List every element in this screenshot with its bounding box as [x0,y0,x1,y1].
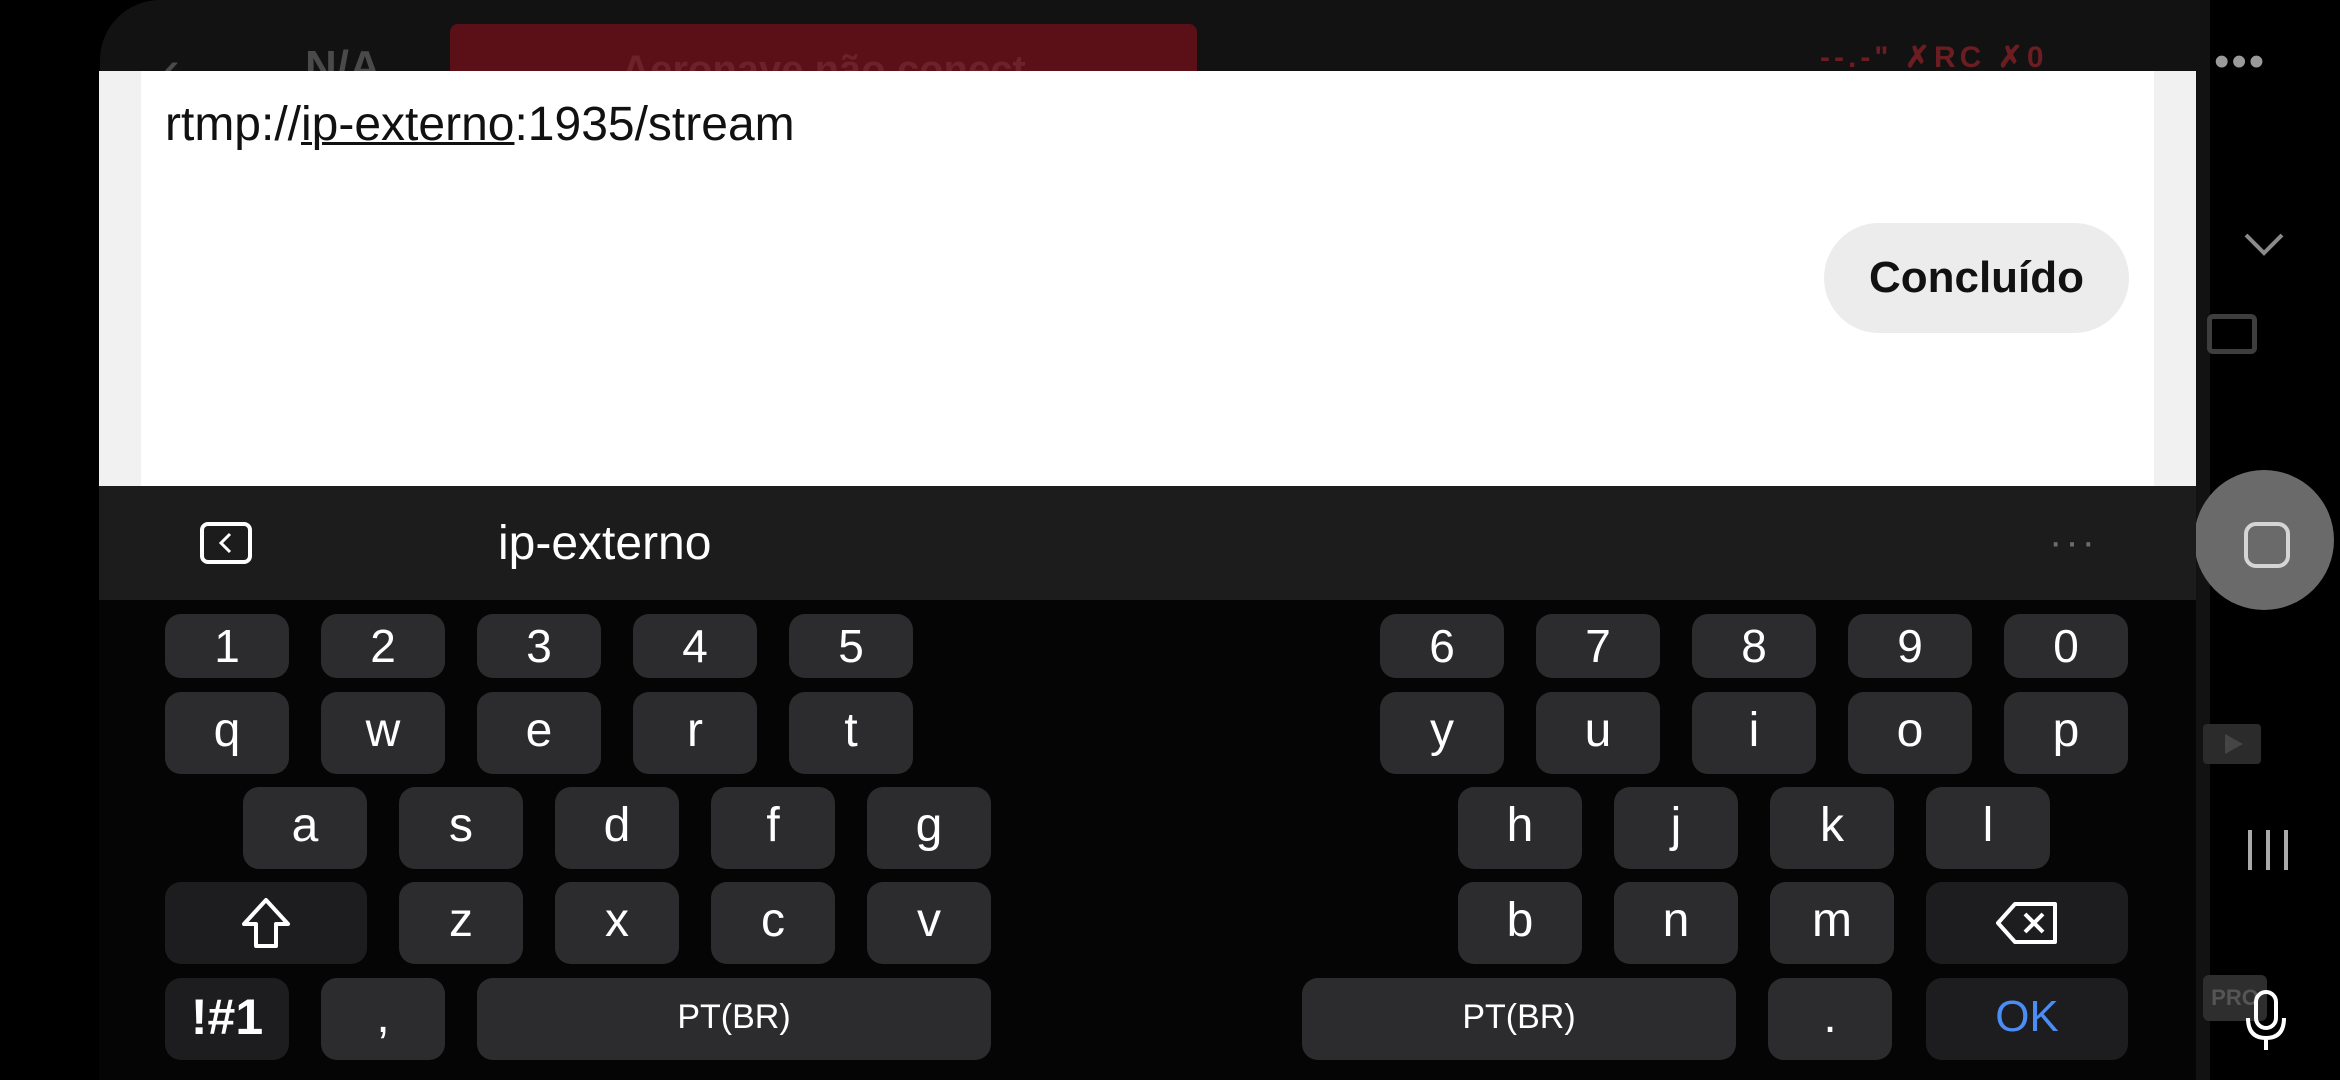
chevron-down-icon[interactable] [2244,225,2284,265]
period-key[interactable]: . [1768,978,1892,1060]
backspace-key[interactable] [1926,882,2128,964]
key-q[interactable]: q [165,692,289,774]
key-j[interactable]: j [1614,787,1738,869]
split-keyboard: 1 2 3 4 5 6 7 8 9 0 q w e r t y u i o p … [99,600,2196,1080]
key-b[interactable]: b [1458,882,1582,964]
key-i[interactable]: i [1692,692,1816,774]
key-4[interactable]: 4 [633,614,757,678]
more-options-icon[interactable]: ••• [2214,40,2266,84]
key-v[interactable]: v [867,882,991,964]
key-e[interactable]: e [477,692,601,774]
key-0[interactable]: 0 [2004,614,2128,678]
key-1[interactable]: 1 [165,614,289,678]
key-m[interactable]: m [1770,882,1894,964]
key-8[interactable]: 8 [1692,614,1816,678]
key-3[interactable]: 3 [477,614,601,678]
suggestion-bar: ip-externo ··· [99,486,2196,600]
key-l[interactable]: l [1926,787,2050,869]
battery-icon: ✗0 [1997,41,2048,74]
signal-status-icons: --.-" ✗RC ✗0 [1820,40,2048,75]
rc-signal-icon: ✗ [1904,41,1935,74]
key-6[interactable]: 6 [1380,614,1504,678]
comma-key[interactable]: , [321,978,445,1060]
fullscreen-text-editor: rtmp://ip-externo:1935/stream Concluído [99,71,2196,486]
signal-icon: --.-" [1820,41,1893,74]
microphone-icon[interactable] [2244,990,2288,1052]
key-y[interactable]: y [1380,692,1504,774]
key-p[interactable]: p [2004,692,2128,774]
ok-key[interactable]: OK [1926,978,2128,1060]
key-t[interactable]: t [789,692,913,774]
backspace-icon [1996,902,2057,944]
url-composing-word: ip-externo [301,98,515,151]
key-f[interactable]: f [711,787,835,869]
done-button[interactable]: Concluído [1824,223,2129,333]
space-key-left[interactable]: PT(BR) [477,978,991,1060]
key-5[interactable]: 5 [789,614,913,678]
key-z[interactable]: z [399,882,523,964]
editor-left-edge [99,71,141,486]
suggestion-word[interactable]: ip-externo [498,516,711,571]
url-suffix: :1935/stream [514,98,795,151]
key-u[interactable]: u [1536,692,1660,774]
key-7[interactable]: 7 [1536,614,1660,678]
shift-icon [242,898,290,948]
space-key-right[interactable]: PT(BR) [1302,978,1736,1060]
key-r[interactable]: r [633,692,757,774]
key-k[interactable]: k [1770,787,1894,869]
shift-key[interactable] [165,882,367,964]
key-h[interactable]: h [1458,787,1582,869]
key-9[interactable]: 9 [1848,614,1972,678]
url-prefix: rtmp:// [165,98,302,151]
key-o[interactable]: o [1848,692,1972,774]
toolbar-toggle-icon[interactable] [200,522,252,564]
screen-mode-icon[interactable] [2207,314,2257,354]
key-w[interactable]: w [321,692,445,774]
key-g[interactable]: g [867,787,991,869]
key-a[interactable]: a [243,787,367,869]
rc-signal-label: RC [1934,41,1986,74]
key-d[interactable]: d [555,787,679,869]
symbols-key[interactable]: !#1 [165,978,289,1060]
key-s[interactable]: s [399,787,523,869]
playback-icon[interactable] [2203,724,2261,764]
editor-right-edge [2154,71,2196,486]
key-x[interactable]: x [555,882,679,964]
key-n[interactable]: n [1614,882,1738,964]
url-input[interactable]: rtmp://ip-externo:1935/stream [165,97,795,152]
capture-mode-icon [2244,522,2290,568]
key-2[interactable]: 2 [321,614,445,678]
suggestion-more-icon[interactable]: ··· [2049,520,2098,565]
recent-apps-icon[interactable] [2244,826,2292,874]
key-c[interactable]: c [711,882,835,964]
